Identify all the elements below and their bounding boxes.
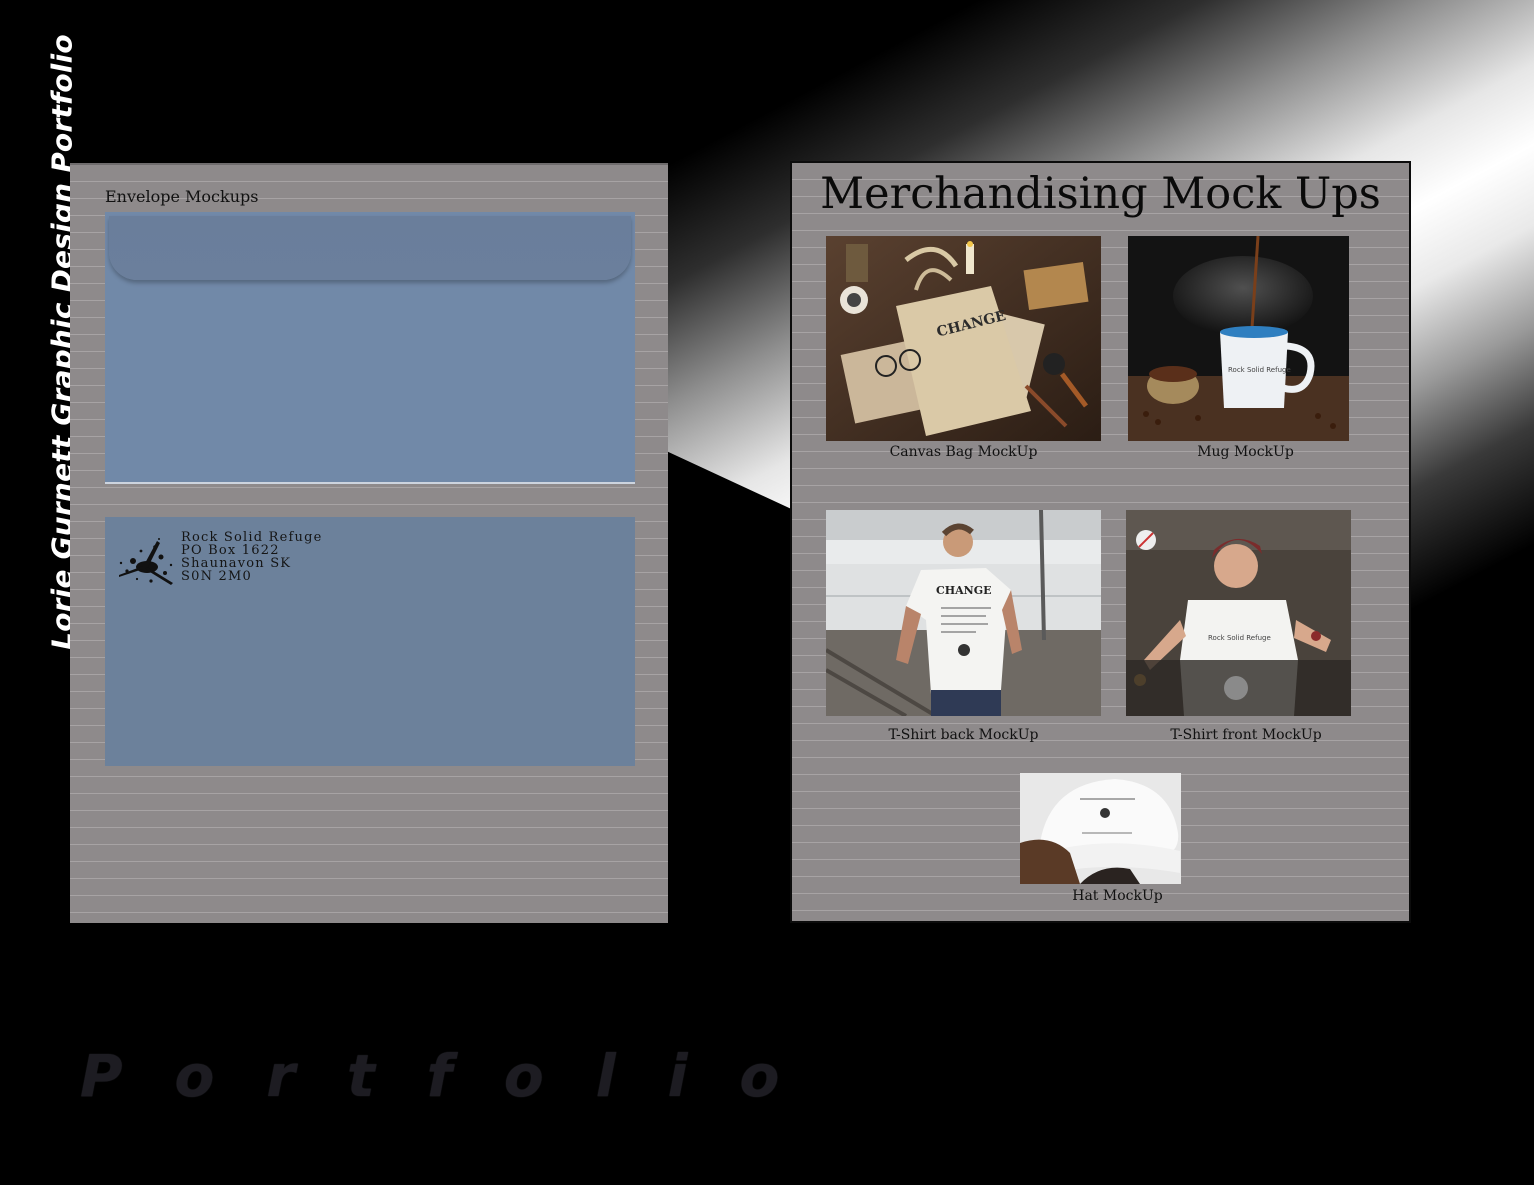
portfolio-footer-word: Portfolio bbox=[80, 1042, 832, 1110]
tshirt-front-photo: Rock Solid Refuge bbox=[1126, 510, 1351, 716]
svg-text:Rock Solid Refuge: Rock Solid Refuge bbox=[1228, 366, 1291, 374]
mug-caption: Mug MockUp bbox=[1197, 444, 1294, 460]
ink-splash-logo-icon bbox=[119, 538, 173, 585]
merchandising-heading: Merchandising Mock Ups bbox=[820, 169, 1381, 219]
return-address: Rock Solid Refuge PO Box 1622 Shaunavon … bbox=[181, 531, 323, 583]
mug-photo: Rock Solid Refuge bbox=[1128, 236, 1349, 441]
hat-photo bbox=[1020, 773, 1181, 884]
envelope-back-mockup bbox=[105, 212, 635, 482]
canvas-bag-caption: Canvas Bag MockUp bbox=[889, 444, 1038, 460]
address-line-4: S0N 2M0 bbox=[181, 569, 252, 584]
envelope-page: Envelope Mockups Rock Solid Refuge PO Bo… bbox=[70, 163, 668, 923]
envelope-heading: Envelope Mockups bbox=[105, 187, 259, 206]
hat-caption: Hat MockUp bbox=[1072, 888, 1163, 904]
tshirt-back-photo: CHANGE bbox=[826, 510, 1101, 716]
svg-text:Rock Solid Refuge: Rock Solid Refuge bbox=[1208, 634, 1271, 642]
tshirt-front-caption: T-Shirt front MockUp bbox=[1170, 727, 1322, 743]
envelope-front-mockup: Rock Solid Refuge PO Box 1622 Shaunavon … bbox=[105, 517, 635, 766]
shirt-print-text: CHANGE bbox=[936, 584, 992, 597]
tshirt-back-caption: T-Shirt back MockUp bbox=[888, 727, 1039, 743]
canvas-bag-photo: CHANGE bbox=[826, 236, 1101, 441]
envelope-flap bbox=[109, 216, 631, 280]
merchandising-page: Merchandising Mock Ups CHANGE Canvas Bag… bbox=[790, 161, 1411, 923]
